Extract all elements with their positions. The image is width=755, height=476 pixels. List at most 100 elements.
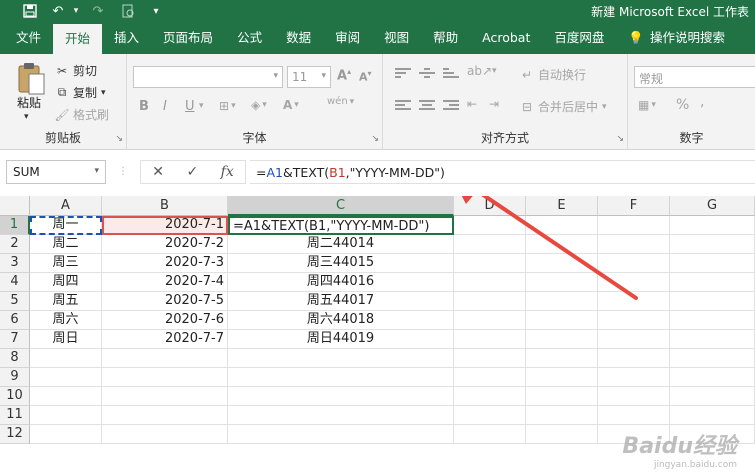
customize-toolbar-icon[interactable]: ▾ [150, 2, 162, 20]
orientation-button[interactable]: ab↗ ▾ [467, 64, 497, 78]
row-header[interactable]: 11 [0, 406, 30, 425]
tab-data[interactable]: 数据 [274, 22, 323, 54]
cell-d1[interactable] [454, 216, 526, 235]
cell-c12[interactable] [228, 425, 454, 444]
row-header[interactable]: 6 [0, 311, 30, 330]
wrap-text-button[interactable]: ↵ 自动换行 [519, 66, 586, 83]
cell-a9[interactable] [30, 368, 102, 387]
phonetic-guide-button[interactable]: wén ▾ [327, 96, 354, 107]
bold-button[interactable]: B [139, 99, 149, 114]
borders-button[interactable]: ⊞ ▾ [219, 99, 236, 113]
cell-b8[interactable] [102, 349, 228, 368]
align-left-icon[interactable] [395, 100, 411, 112]
cell-c8[interactable] [228, 349, 454, 368]
cell-g6[interactable] [670, 311, 755, 330]
cell-d4[interactable] [454, 273, 526, 292]
column-header-c[interactable]: C [228, 196, 454, 216]
cell-b7[interactable]: 2020-7-7 [102, 330, 228, 349]
cell-f3[interactable] [598, 254, 670, 273]
increase-indent-icon[interactable]: ⇥ [489, 97, 499, 111]
save-icon[interactable] [20, 2, 40, 20]
cell-a1[interactable]: 周一 [30, 216, 102, 235]
cell-g3[interactable] [670, 254, 755, 273]
cell-e2[interactable] [526, 235, 598, 254]
cell-d10[interactable] [454, 387, 526, 406]
cell-d5[interactable] [454, 292, 526, 311]
copy-button[interactable]: ⧉ 复制 ▾ [54, 84, 106, 101]
column-header-e[interactable]: E [526, 196, 598, 216]
cell-g7[interactable] [670, 330, 755, 349]
redo-icon[interactable]: ↷ [90, 2, 106, 20]
name-box[interactable]: SUM ▾ [6, 160, 106, 184]
tell-me-search[interactable]: 💡 操作说明搜索 [616, 22, 737, 54]
cell-b4[interactable]: 2020-7-4 [102, 273, 228, 292]
tab-file[interactable]: 文件 [0, 22, 53, 54]
underline-button[interactable]: U [185, 99, 195, 114]
cut-button[interactable]: ✂ 剪切 [54, 62, 97, 79]
font-name-combo[interactable]: ▾ [133, 66, 283, 88]
grow-font-button[interactable]: A▴ [337, 67, 351, 83]
tab-page-layout[interactable]: 页面布局 [151, 22, 225, 54]
align-center-icon[interactable] [419, 100, 435, 112]
cell-b9[interactable] [102, 368, 228, 387]
cell-g8[interactable] [670, 349, 755, 368]
active-cell-c1[interactable]: =A1&TEXT(B1,"YYYY-MM-DD") [228, 216, 454, 235]
cell-c11[interactable] [228, 406, 454, 425]
enter-icon[interactable]: ✓ [186, 164, 198, 180]
copy-dropdown-icon[interactable]: ▾ [101, 88, 106, 98]
cell-c6[interactable]: 周六44018 [228, 311, 454, 330]
cell-g9[interactable] [670, 368, 755, 387]
cell-a3[interactable]: 周三 [30, 254, 102, 273]
cell-d6[interactable] [454, 311, 526, 330]
column-header-b[interactable]: B [102, 196, 228, 216]
insert-function-icon[interactable]: fx [221, 164, 234, 180]
cell-e11[interactable] [526, 406, 598, 425]
cell-a10[interactable] [30, 387, 102, 406]
row-header[interactable]: 2 [0, 235, 30, 254]
cell-e5[interactable] [526, 292, 598, 311]
row-header[interactable]: 10 [0, 387, 30, 406]
cell-a11[interactable] [30, 406, 102, 425]
tab-view[interactable]: 视图 [372, 22, 421, 54]
tab-insert[interactable]: 插入 [102, 22, 151, 54]
cell-e9[interactable] [526, 368, 598, 387]
percent-style-button[interactable]: % [676, 97, 689, 113]
decrease-indent-icon[interactable]: ⇤ [467, 97, 477, 111]
cell-g10[interactable] [670, 387, 755, 406]
cell-g11[interactable] [670, 406, 755, 425]
cell-g2[interactable] [670, 235, 755, 254]
cell-e3[interactable] [526, 254, 598, 273]
cell-a4[interactable]: 周四 [30, 273, 102, 292]
tab-acrobat[interactable]: Acrobat [470, 22, 542, 54]
cell-b3[interactable]: 2020-7-3 [102, 254, 228, 273]
alignment-launcher-icon[interactable]: ↘ [616, 134, 624, 144]
paste-dropdown-icon[interactable]: ▾ [24, 112, 29, 122]
print-preview-icon[interactable] [118, 2, 138, 20]
cell-e12[interactable] [526, 425, 598, 444]
cell-d9[interactable] [454, 368, 526, 387]
middle-align-icon[interactable] [419, 68, 435, 80]
undo-icon[interactable]: ↶ [48, 2, 68, 20]
cell-f6[interactable] [598, 311, 670, 330]
tab-review[interactable]: 审阅 [323, 22, 372, 54]
formula-input[interactable]: =A1&TEXT(B1,"YYYY-MM-DD") [250, 160, 755, 184]
cell-f8[interactable] [598, 349, 670, 368]
cell-f2[interactable] [598, 235, 670, 254]
cell-a7[interactable]: 周日 [30, 330, 102, 349]
cell-e1[interactable] [526, 216, 598, 235]
cell-e8[interactable] [526, 349, 598, 368]
row-header[interactable]: 5 [0, 292, 30, 311]
cell-a12[interactable] [30, 425, 102, 444]
cell-f9[interactable] [598, 368, 670, 387]
merge-center-button[interactable]: ⊟ 合并后居中 ▾ [519, 98, 607, 115]
cell-f1[interactable] [598, 216, 670, 235]
clipboard-launcher-icon[interactable]: ↘ [115, 134, 123, 144]
tab-home[interactable]: 开始 [53, 24, 103, 54]
cell-d3[interactable] [454, 254, 526, 273]
cell-e7[interactable] [526, 330, 598, 349]
cell-f7[interactable] [598, 330, 670, 349]
font-launcher-icon[interactable]: ↘ [371, 134, 379, 144]
row-header[interactable]: 1 [0, 216, 30, 235]
comma-style-icon[interactable]: , [700, 94, 704, 110]
cell-c3[interactable]: 周三44015 [228, 254, 454, 273]
